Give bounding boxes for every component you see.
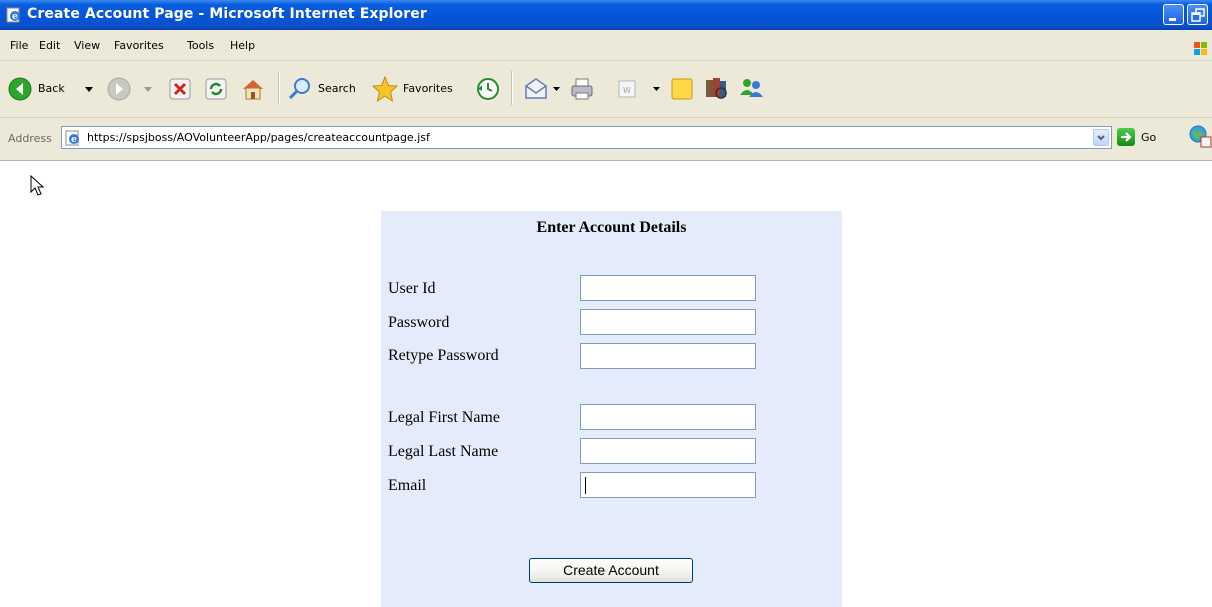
- legal-first-name-input[interactable]: [580, 404, 756, 430]
- home-icon[interactable]: [240, 76, 266, 102]
- svg-text:e: e: [12, 12, 18, 22]
- chevron-down-icon[interactable]: [85, 87, 93, 93]
- svg-text:W: W: [623, 86, 631, 95]
- text-caret: [585, 477, 586, 494]
- restore-button[interactable]: [1187, 4, 1208, 25]
- menu-bar: File Edit View Favorites Tools Help: [0, 30, 1212, 61]
- email-label: Email: [388, 477, 427, 494]
- toolbar: Back Search Favorites W: [0, 61, 1212, 118]
- search-label: Search: [318, 82, 356, 95]
- back-arrow-icon: [8, 77, 32, 101]
- favorites-label: Favorites: [403, 82, 453, 95]
- chevron-down-icon[interactable]: [144, 87, 152, 93]
- address-url: https://spsjboss/AOVolunteerApp/pages/cr…: [87, 131, 430, 144]
- menu-view[interactable]: View: [74, 39, 100, 52]
- legal-last-name-input[interactable]: [580, 438, 756, 464]
- messenger-icon[interactable]: [738, 75, 764, 101]
- refresh-icon[interactable]: [204, 77, 228, 101]
- links-icon[interactable]: [1188, 124, 1212, 148]
- mail-icon[interactable]: [523, 76, 549, 102]
- edit-page-icon[interactable]: W: [616, 78, 638, 100]
- svg-text:e: e: [71, 135, 77, 145]
- address-label: Address: [8, 132, 52, 145]
- legal-first-name-label: Legal First Name: [388, 409, 500, 426]
- favorites-button[interactable]: Favorites: [371, 75, 466, 103]
- stop-icon[interactable]: [168, 77, 192, 101]
- ie-page-icon: e: [65, 130, 79, 146]
- legal-last-name-label: Legal Last Name: [388, 443, 499, 460]
- address-bar: Address e https://spsjboss/AOVolunteerAp…: [0, 118, 1212, 161]
- search-button[interactable]: Search: [287, 76, 363, 102]
- address-input[interactable]: e https://spsjboss/AOVolunteerApp/pages/…: [61, 126, 1112, 149]
- create-account-button[interactable]: Create Account: [529, 558, 693, 583]
- search-icon: [288, 78, 310, 100]
- go-label[interactable]: Go: [1141, 131, 1156, 144]
- toolbar-separator: [511, 71, 513, 105]
- ie-page-icon: e: [6, 7, 20, 23]
- user-id-input[interactable]: [580, 275, 756, 301]
- create-account-form: Enter Account Details User Id Password R…: [381, 211, 842, 607]
- title-bar[interactable]: e Create Account Page - Microsoft Intern…: [0, 0, 1212, 30]
- notes-icon[interactable]: [670, 77, 694, 101]
- back-label: Back: [38, 82, 65, 95]
- chevron-down-icon: [1097, 135, 1105, 141]
- form-title: Enter Account Details: [536, 219, 687, 236]
- user-id-label: User Id: [388, 280, 436, 297]
- menu-file[interactable]: File: [10, 39, 28, 52]
- minimize-icon: [1169, 18, 1176, 21]
- windows-logo-icon: [1194, 42, 1207, 55]
- menu-edit[interactable]: Edit: [39, 39, 60, 52]
- forward-button[interactable]: [106, 76, 152, 102]
- password-input[interactable]: [580, 309, 756, 335]
- go-button[interactable]: [1117, 128, 1135, 146]
- history-icon[interactable]: [476, 77, 500, 101]
- forward-arrow-icon: [107, 77, 131, 101]
- minimize-button[interactable]: [1163, 4, 1184, 25]
- address-dropdown-button[interactable]: [1093, 129, 1109, 146]
- chevron-down-icon[interactable]: [653, 87, 660, 92]
- window-title: Create Account Page - Microsoft Internet…: [27, 6, 427, 22]
- go-arrow-icon: [1121, 132, 1132, 142]
- chevron-down-icon[interactable]: [553, 87, 560, 92]
- favorites-star-icon: [371, 75, 399, 103]
- password-label: Password: [388, 314, 450, 331]
- retype-password-label: Retype Password: [388, 347, 499, 364]
- restore-icon: [1191, 8, 1205, 22]
- toolbar-separator: [278, 71, 280, 105]
- research-icon[interactable]: [703, 75, 729, 101]
- retype-password-input[interactable]: [580, 343, 756, 369]
- menu-tools[interactable]: Tools: [187, 39, 214, 52]
- menu-favorites[interactable]: Favorites: [114, 39, 164, 52]
- print-icon[interactable]: [569, 76, 595, 102]
- mouse-cursor-icon: [30, 175, 45, 196]
- menu-help[interactable]: Help: [230, 39, 255, 52]
- back-button[interactable]: Back: [7, 76, 93, 102]
- email-input[interactable]: [580, 472, 756, 498]
